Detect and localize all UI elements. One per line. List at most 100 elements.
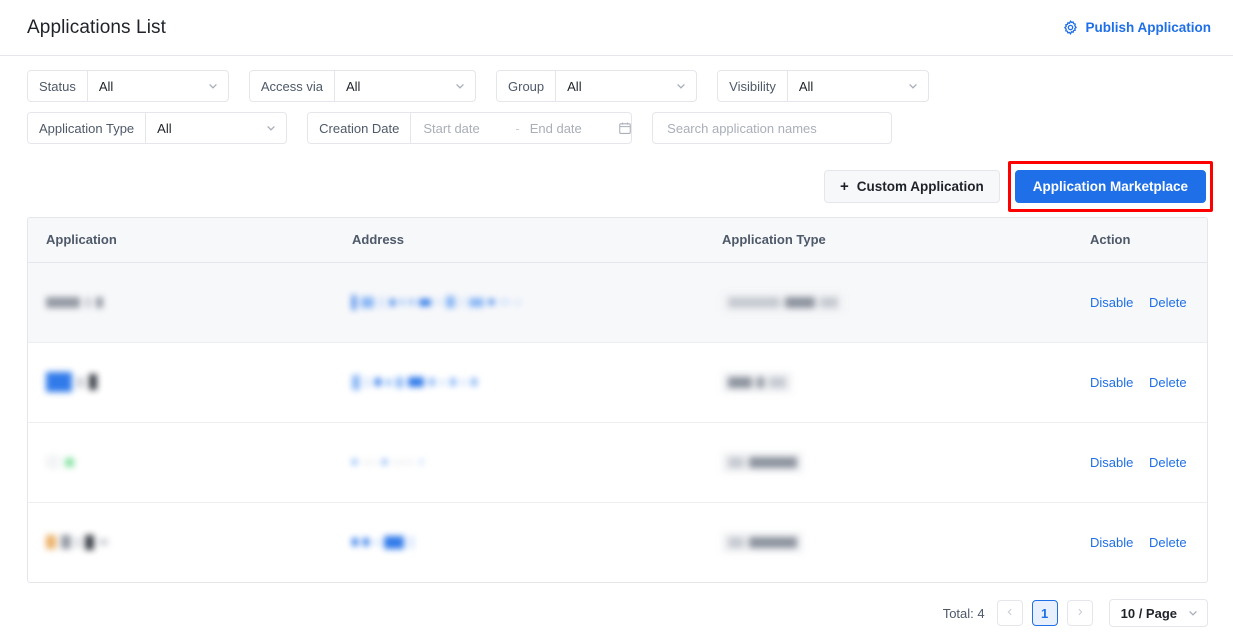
delete-link[interactable]: Delete [1149, 455, 1187, 470]
filter-group-value: All [567, 78, 582, 94]
filter-access-via-value: All [346, 78, 361, 94]
cell-application [28, 422, 334, 503]
filter-status-label: Status [28, 71, 88, 101]
search-application-names-box[interactable] [652, 112, 893, 144]
column-header-address: Address [334, 218, 704, 263]
application-marketplace-label: Application Marketplace [1032, 179, 1188, 194]
redacted-application-type [722, 531, 803, 553]
filter-application-type-select[interactable]: All [146, 113, 286, 143]
delete-link[interactable]: Delete [1149, 375, 1187, 390]
page-number-1[interactable]: 1 [1031, 600, 1058, 626]
column-header-action: Action [1072, 218, 1207, 263]
chevron-down-icon [454, 80, 466, 92]
cell-action: Disable Delete [1072, 502, 1207, 582]
filter-status-value: All [98, 78, 114, 94]
redacted-address [352, 294, 704, 310]
filter-access-via-select[interactable]: All [335, 71, 475, 101]
filter-application-type[interactable]: Application Type All [27, 112, 288, 144]
disable-link[interactable]: Disable [1090, 535, 1133, 550]
table-row[interactable]: Disable Delete [28, 342, 1207, 423]
per-page-label: 10 / Page [1120, 605, 1177, 621]
chevron-down-icon [265, 122, 277, 134]
cell-application [28, 342, 334, 423]
per-page-select[interactable]: 10 / Page [1108, 599, 1208, 627]
filter-creation-date-label: Creation Date [308, 113, 412, 143]
filter-group[interactable]: Group All [496, 70, 698, 102]
cell-address [334, 342, 704, 423]
page-title: Applications List [27, 16, 166, 38]
chevron-down-icon [1187, 607, 1199, 619]
delete-link[interactable]: Delete [1149, 295, 1187, 310]
filter-access-via[interactable]: Access via All [248, 70, 476, 102]
application-marketplace-highlight: Application Marketplace [1007, 161, 1214, 212]
table-row[interactable]: Disable Delete [28, 422, 1207, 503]
column-header-application-type: Application Type [704, 218, 1072, 263]
date-range-picker[interactable]: Start date - End date [411, 113, 631, 143]
filter-visibility-label: Visibility [718, 71, 788, 101]
filter-status[interactable]: Status All [27, 70, 229, 102]
cell-action: Disable Delete [1072, 342, 1207, 423]
next-page-button[interactable] [1066, 600, 1093, 626]
filter-application-type-value: All [157, 120, 172, 136]
page-header: Applications List Publish Application [0, 0, 1233, 56]
chevron-down-icon [207, 80, 219, 92]
cell-application-type [704, 502, 1072, 582]
redacted-address [352, 374, 704, 390]
filter-application-type-label: Application Type [28, 113, 147, 143]
table-row[interactable]: Disable Delete [28, 262, 1207, 343]
chevron-down-icon [675, 80, 687, 92]
chevron-down-icon [907, 80, 919, 92]
custom-application-label: Custom Application [856, 179, 984, 194]
disable-link[interactable]: Disable [1090, 455, 1133, 470]
cell-action: Disable Delete [1072, 422, 1207, 503]
filter-row-2: Application Type All Creation Date Start… [27, 112, 1206, 144]
application-marketplace-button[interactable]: Application Marketplace [1014, 170, 1206, 203]
filter-visibility[interactable]: Visibility All [717, 70, 929, 102]
cell-application-type [704, 262, 1072, 343]
filter-group-label: Group [497, 71, 557, 101]
gear-icon [1063, 20, 1078, 35]
cell-application [28, 502, 334, 582]
cell-address [334, 422, 704, 503]
redacted-application-name [46, 372, 334, 392]
disable-link[interactable]: Disable [1090, 295, 1133, 310]
start-date-input[interactable]: Start date [423, 121, 511, 136]
prev-page-button[interactable] [996, 600, 1023, 626]
redacted-application-type [722, 371, 792, 393]
filter-status-select[interactable]: All [88, 71, 228, 101]
date-range-separator: - [515, 120, 520, 136]
publish-application-label: Publish Application [1085, 20, 1211, 35]
redacted-application-name [46, 455, 334, 469]
table-row[interactable]: Disable Delete [28, 502, 1207, 582]
cell-action: Disable Delete [1072, 262, 1207, 343]
redacted-application-name [46, 534, 334, 550]
redacted-application-type [722, 291, 844, 313]
custom-application-button[interactable]: + Custom Application [823, 170, 1000, 203]
chevron-right-icon [1075, 606, 1085, 620]
filter-group-select[interactable]: All [556, 71, 696, 101]
cell-application [28, 262, 334, 343]
filter-visibility-value: All [798, 78, 814, 94]
column-header-application: Application [28, 218, 334, 263]
redacted-application-type [722, 451, 803, 473]
redacted-application-name [46, 296, 334, 308]
plus-icon: + [839, 178, 849, 195]
search-input[interactable] [665, 119, 880, 137]
filters-panel: Status All Access via All Group All Visi… [0, 56, 1233, 144]
cell-application-type [704, 342, 1072, 423]
cell-address [334, 502, 704, 582]
total-count-label: Total: 4 [942, 605, 985, 621]
filter-row-1: Status All Access via All Group All Visi… [27, 70, 1206, 102]
calendar-icon [618, 121, 631, 135]
delete-link[interactable]: Delete [1149, 535, 1187, 550]
table-header-row: Application Address Application Type Act… [28, 218, 1207, 263]
disable-link[interactable]: Disable [1090, 375, 1133, 390]
applications-table: Application Address Application Type Act… [27, 217, 1208, 583]
cell-application-type [704, 422, 1072, 503]
filter-creation-date[interactable]: Creation Date Start date - End date [307, 112, 633, 144]
publish-application-link[interactable]: Publish Application [1063, 20, 1211, 35]
redacted-address [352, 535, 704, 549]
end-date-input[interactable]: End date [530, 121, 618, 136]
pagination: Total: 4 1 10 / Page [0, 583, 1233, 631]
filter-visibility-select[interactable]: All [788, 71, 928, 101]
